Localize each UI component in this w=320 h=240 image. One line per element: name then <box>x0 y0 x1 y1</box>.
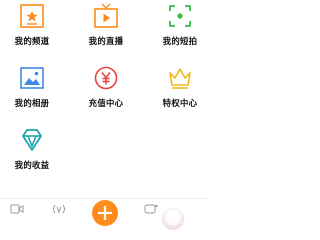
live-play-icon <box>94 3 118 28</box>
grid-item-label: 特权中心 <box>162 98 198 108</box>
earnings-diamond-icon <box>22 129 42 151</box>
short-video-icon <box>169 5 191 27</box>
grid-item-label: 我的短拍 <box>162 36 198 46</box>
grid-item-label: 我的频道 <box>14 36 50 46</box>
grid-item-label: 充值中心 <box>88 98 124 108</box>
grid-item-label: 我的收益 <box>14 160 50 170</box>
grid-item-label: 我的直播 <box>88 36 124 46</box>
tab-broadcast[interactable] <box>48 199 70 223</box>
photo-album-icon <box>20 67 44 89</box>
grid-item-my-earnings[interactable]: 我的收益 <box>2 124 62 180</box>
tab-chat[interactable] <box>140 199 162 223</box>
grid-item-privilege-center[interactable]: 特权中心 <box>150 62 210 118</box>
avatar[interactable] <box>162 208 184 230</box>
grid-item-label: 我的相册 <box>14 98 50 108</box>
recharge-yen-icon <box>94 66 118 90</box>
channel-star-icon <box>20 4 44 28</box>
add-button[interactable] <box>92 200 118 226</box>
grid-item-my-album[interactable]: 我的相册 <box>2 62 62 118</box>
chat-icon <box>144 204 158 214</box>
add-icon <box>98 206 112 220</box>
grid-item-my-short-video[interactable]: 我的短拍 <box>150 0 210 56</box>
grid-item-my-live[interactable]: 我的直播 <box>76 0 136 56</box>
privilege-crown-icon <box>169 68 191 89</box>
grid-item-my-channel[interactable]: 我的频道 <box>2 0 62 56</box>
video-camera-icon <box>10 204 24 214</box>
tab-video[interactable] <box>6 199 28 223</box>
grid-item-recharge-center[interactable]: 充值中心 <box>76 62 136 118</box>
broadcast-icon <box>53 204 65 214</box>
